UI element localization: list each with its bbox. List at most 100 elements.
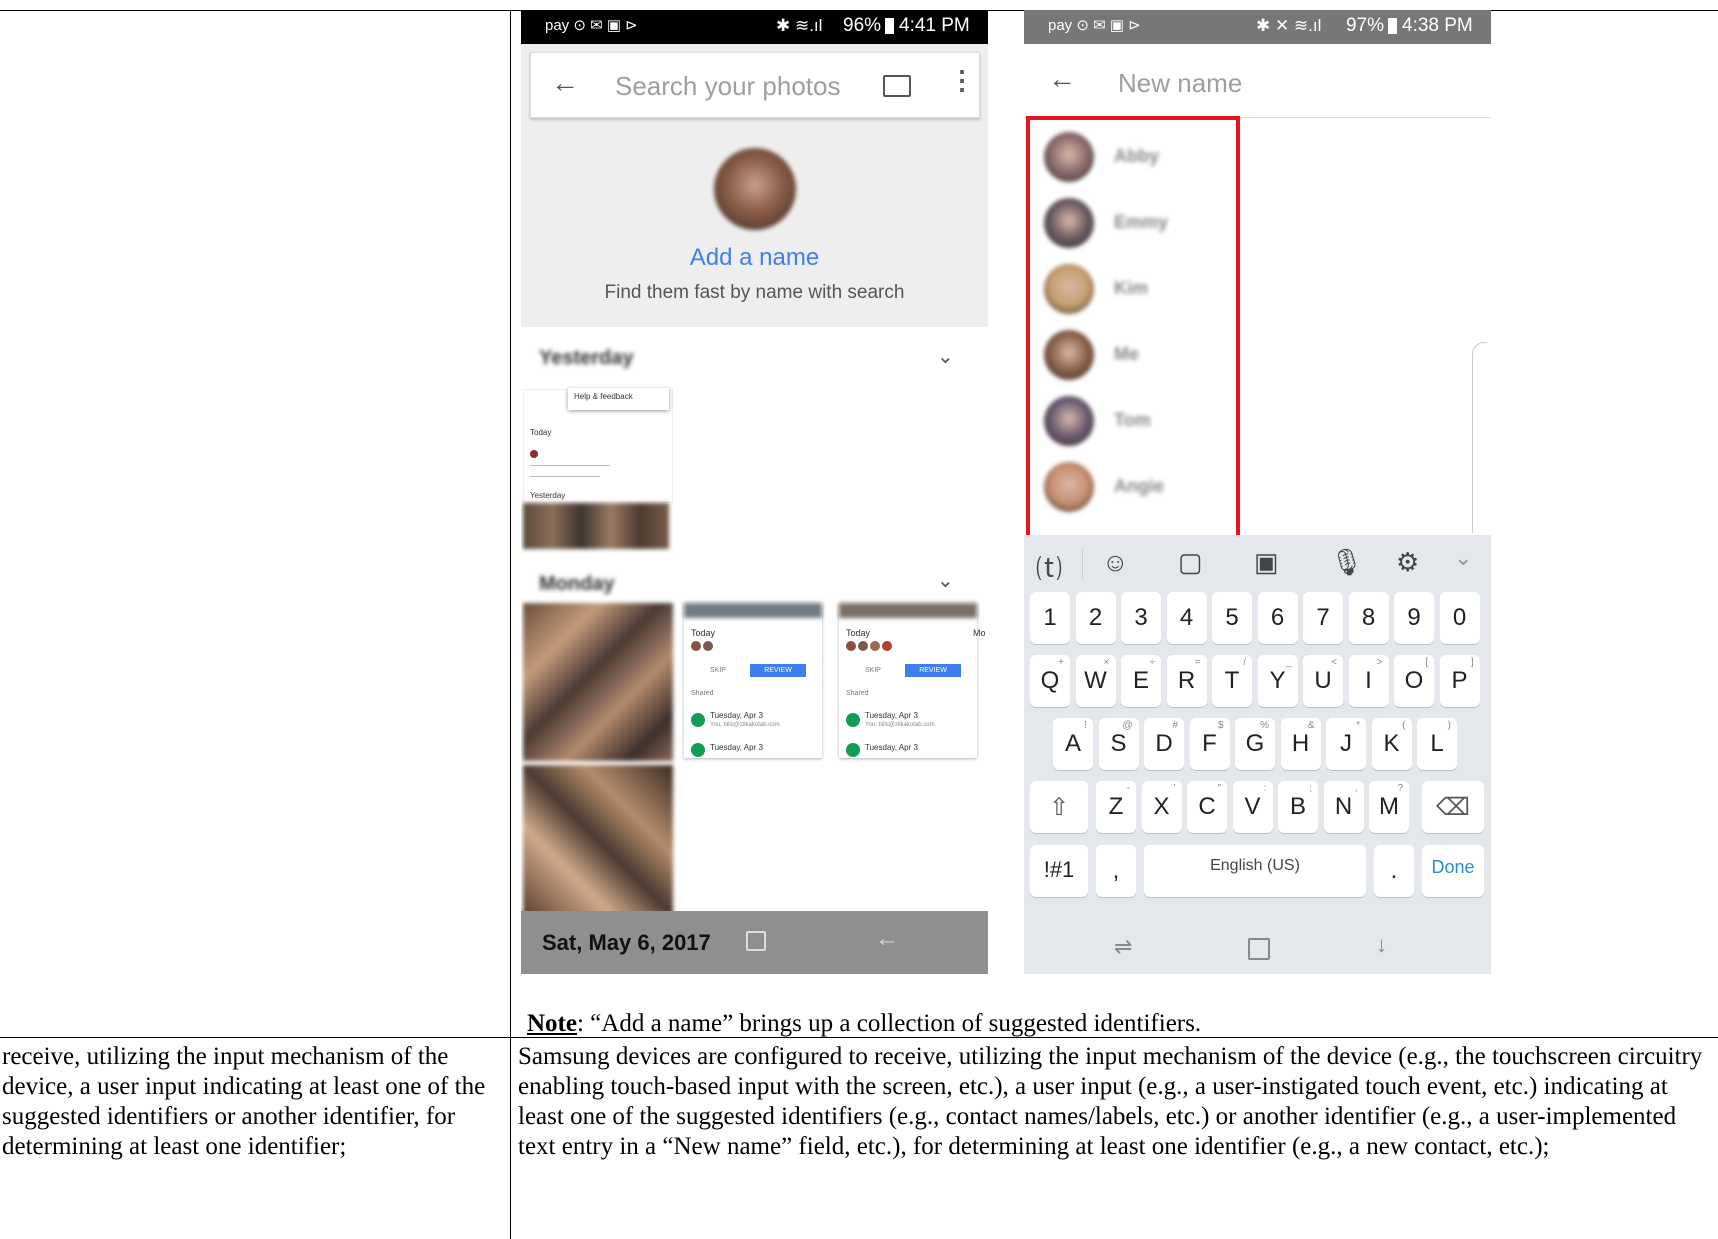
- status-time: 4:41 PM: [899, 15, 970, 36]
- comma-key[interactable]: ,: [1096, 845, 1136, 897]
- done-key[interactable]: Done: [1422, 845, 1484, 897]
- cast-icon[interactable]: [883, 75, 911, 97]
- chevron-down-icon[interactable]: ⌄: [937, 568, 954, 593]
- key-m[interactable]: ? M: [1369, 781, 1409, 833]
- key-label: S: [1110, 730, 1127, 757]
- key-secondary-label: *: [1356, 720, 1360, 731]
- key-n[interactable]: ,N: [1323, 781, 1364, 833]
- key-v[interactable]: :V: [1232, 781, 1273, 833]
- key-h[interactable]: & H: [1280, 718, 1321, 770]
- key-4[interactable]: 4: [1166, 592, 1207, 644]
- key-b[interactable]: ; B: [1278, 781, 1318, 833]
- suggested-identifier-item[interactable]: Angie: [1024, 454, 1240, 520]
- symbols-key[interactable]: !#1: [1030, 845, 1088, 897]
- back-arrow-icon[interactable]: ←: [1048, 64, 1076, 96]
- key-s[interactable]: @ S: [1098, 718, 1139, 770]
- key-r[interactable]: = R: [1166, 655, 1207, 707]
- home-icon[interactable]: [1248, 938, 1270, 960]
- card-skip[interactable]: SKIP: [710, 667, 726, 674]
- card-review[interactable]: REVIEW: [750, 664, 806, 677]
- collapse-chevron-icon[interactable]: ⌄: [1454, 545, 1472, 571]
- face-dot: [703, 641, 713, 651]
- suggested-face-avatar: [1044, 132, 1094, 182]
- key-t[interactable]: / T: [1212, 655, 1252, 707]
- status-bar: pay ⊙ ✉ ▣ ⊳ ✱ ≋.ıl 96% 4:41 PM: [521, 10, 988, 44]
- key-7[interactable]: 7: [1303, 592, 1343, 644]
- more-vert-icon[interactable]: ⋮: [949, 65, 975, 96]
- key-9[interactable]: 9: [1394, 592, 1434, 644]
- key-2[interactable]: 2: [1075, 592, 1116, 644]
- key-f[interactable]: $ F: [1189, 718, 1230, 770]
- down-arrow-icon[interactable]: ↓: [1376, 932, 1387, 958]
- key-5[interactable]: 5: [1212, 592, 1252, 644]
- key-j[interactable]: * J: [1326, 718, 1366, 770]
- key-secondary-label: ": [1217, 783, 1221, 794]
- suggested-identifier-item[interactable]: Tom: [1024, 388, 1240, 454]
- card-header-image: [839, 603, 977, 618]
- key-g[interactable]: % G: [1235, 718, 1275, 770]
- key-secondary-label: ÷: [1149, 657, 1156, 668]
- key-label: ,: [1112, 857, 1120, 884]
- key-q[interactable]: + Q: [1030, 655, 1070, 707]
- add-name-link[interactable]: Add a name: [521, 244, 988, 272]
- key-3[interactable]: 3: [1121, 592, 1161, 644]
- new-name-input[interactable]: New name: [1118, 68, 1242, 99]
- key-label: A: [1064, 730, 1081, 757]
- suggested-name-label: Abby: [1114, 146, 1159, 166]
- key-y[interactable]: _ Y: [1257, 655, 1298, 707]
- key-e[interactable]: ÷ E: [1121, 655, 1161, 707]
- recents-icon[interactable]: ⇌: [1114, 934, 1132, 960]
- key-w[interactable]: × W: [1075, 655, 1116, 707]
- key-8[interactable]: 8: [1348, 592, 1389, 644]
- claim-text: receive, utilizing the input mechanism o…: [2, 1043, 486, 1160]
- back-arrow-icon[interactable]: ←: [551, 67, 579, 99]
- sticker-icon[interactable]: ▢: [1178, 547, 1203, 578]
- key-1[interactable]: 1: [1030, 592, 1070, 644]
- chevron-down-icon[interactable]: ⌄: [937, 344, 954, 369]
- back-icon[interactable]: ←: [875, 925, 899, 953]
- card-today: Today: [691, 628, 716, 638]
- period-key[interactable]: .: [1374, 845, 1414, 897]
- suggested-identifier-item[interactable]: Me: [1024, 322, 1240, 388]
- gif-icon[interactable]: ▣: [1254, 547, 1279, 578]
- key-o[interactable]: [O: [1394, 655, 1434, 707]
- key-z[interactable]: -Z: [1096, 781, 1136, 833]
- key-6[interactable]: 6: [1257, 592, 1298, 644]
- bottom-date: Sat, May 6, 2017: [542, 930, 711, 955]
- search-input[interactable]: Search your photos: [615, 71, 840, 102]
- key-u[interactable]: < U: [1303, 655, 1343, 707]
- key-label: 4: [1179, 604, 1194, 631]
- search-bar[interactable]: ← Search your photos ⋮: [530, 52, 980, 118]
- suggested-identifier-item[interactable]: Abby: [1024, 124, 1240, 190]
- key-a[interactable]: ! A: [1053, 718, 1093, 770]
- shift-key[interactable]: ⇧: [1030, 781, 1088, 833]
- microphone-icon[interactable]: 🎙: [1330, 547, 1363, 578]
- backspace-key[interactable]: ⌫: [1422, 781, 1484, 833]
- key-0[interactable]: 0: [1439, 592, 1480, 644]
- monday-thumbnails-1: [523, 603, 673, 761]
- card-skip[interactable]: SKIP: [865, 667, 881, 674]
- face-dot: [846, 641, 856, 651]
- key-p[interactable]: ] P: [1439, 655, 1480, 707]
- space-key[interactable]: English (US): [1144, 845, 1366, 897]
- key-i[interactable]: > I: [1348, 655, 1389, 707]
- key-label: M: [1379, 793, 1399, 820]
- key-secondary-label: =: [1194, 657, 1201, 668]
- key-d[interactable]: # D: [1144, 718, 1184, 770]
- suggested-identifier-item[interactable]: Emmy: [1024, 190, 1240, 256]
- translate-icon[interactable]: ⒯: [1036, 549, 1062, 586]
- key-x[interactable]: ' X: [1141, 781, 1182, 833]
- card-review[interactable]: REVIEW: [905, 664, 961, 677]
- shared-card-2: Today SKIP REVIEW Shared Tuesday, Apr 3 …: [839, 603, 977, 758]
- settings-gear-icon[interactable]: ⚙: [1396, 547, 1419, 578]
- recent-apps-icon[interactable]: [746, 931, 766, 951]
- key-l[interactable]: ) L: [1417, 718, 1457, 770]
- key-c[interactable]: " C: [1187, 781, 1227, 833]
- emoji-icon[interactable]: ☺: [1102, 547, 1129, 578]
- face-avatar[interactable]: [714, 148, 796, 230]
- key-k[interactable]: (K: [1371, 718, 1412, 770]
- key-secondary-label: -: [1126, 783, 1130, 794]
- table-divider: [510, 10, 511, 1239]
- suggested-identifier-item[interactable]: Kim: [1024, 256, 1240, 322]
- card-date-2: Tuesday, Apr 3: [865, 743, 918, 752]
